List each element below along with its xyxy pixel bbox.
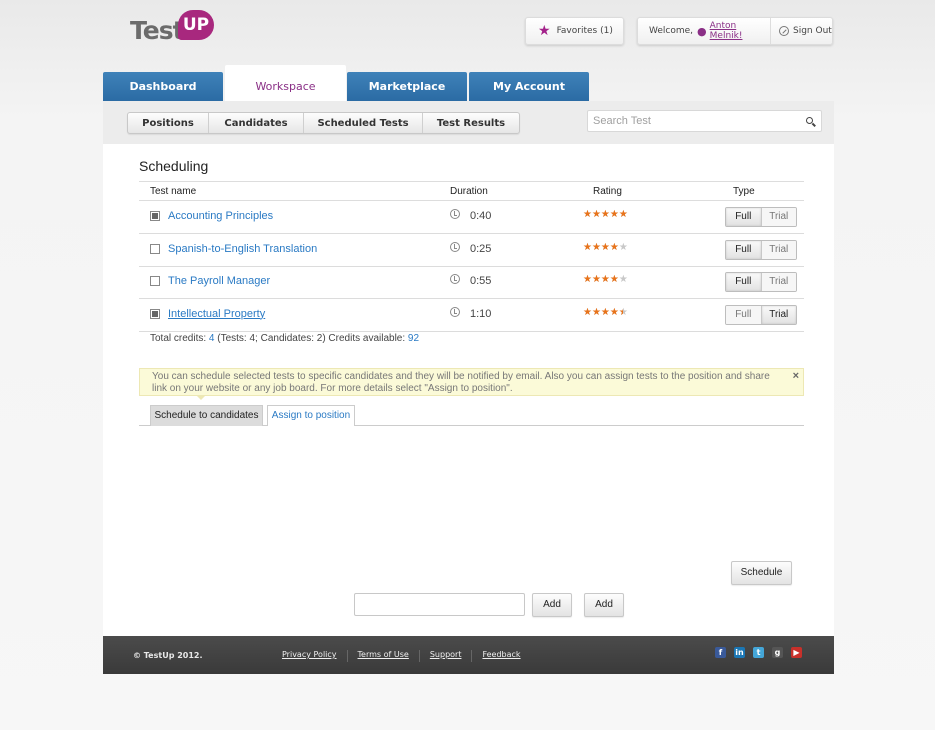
add-button-2[interactable]: Add bbox=[584, 593, 624, 617]
clock-icon bbox=[450, 241, 460, 252]
tab-schedule-to-candidates[interactable]: Schedule to candidates bbox=[150, 405, 263, 426]
duration-value: 0:25 bbox=[470, 242, 492, 255]
signout-icon bbox=[779, 26, 789, 36]
column-header-duration: Duration bbox=[450, 186, 488, 197]
workspace-subnav: Positions Candidates Scheduled Tests Tes… bbox=[127, 112, 520, 134]
tab-dashboard[interactable]: Dashboard bbox=[103, 72, 223, 102]
subnav-test-results[interactable]: Test Results bbox=[423, 113, 519, 133]
subnav-scheduled-tests[interactable]: Scheduled Tests bbox=[304, 113, 423, 133]
type-trial-option[interactable]: Trial bbox=[761, 240, 796, 259]
row-checkbox[interactable] bbox=[150, 308, 160, 319]
youtube-icon[interactable]: ▶ bbox=[791, 647, 802, 658]
row-checkbox[interactable] bbox=[150, 211, 160, 221]
twitter-icon[interactable]: t bbox=[753, 647, 764, 658]
rating-stars-filled: ★★★★★ bbox=[583, 307, 623, 318]
rating-stars: ★★★★★★★★★★ bbox=[583, 210, 628, 220]
schedule-button[interactable]: Schedule bbox=[731, 561, 792, 585]
footer-link-privacy-policy[interactable]: Privacy Policy bbox=[282, 650, 348, 662]
total-credits-value: 4 bbox=[208, 333, 215, 344]
type-toggle: Full Trial bbox=[725, 304, 797, 325]
type-full-option[interactable]: Full bbox=[726, 240, 762, 259]
add-button-1[interactable]: Add bbox=[532, 593, 572, 617]
rating-stars: ★★★★★★★★★★ bbox=[583, 242, 628, 253]
rating-stars-filled: ★★★★★ bbox=[583, 210, 628, 220]
info-notice: You can schedule selected tests to speci… bbox=[139, 368, 804, 396]
column-header-type: Type bbox=[733, 186, 755, 197]
totals-detail: (Tests: 4; Candidates: 2) Credits availa… bbox=[217, 333, 406, 344]
test-name-link[interactable]: The Payroll Manager bbox=[168, 275, 270, 287]
subnav-positions[interactable]: Positions bbox=[128, 113, 209, 133]
clock-icon bbox=[450, 306, 460, 317]
notice-text: You can schedule selected tests to speci… bbox=[152, 371, 770, 394]
linkedin-icon[interactable]: in bbox=[734, 647, 745, 658]
search-box bbox=[587, 110, 822, 132]
table-row: Spanish-to-English Translation 0:25 ★★★★★ ★… bbox=[139, 234, 804, 267]
type-full-option[interactable]: Full bbox=[726, 208, 762, 226]
facebook-icon[interactable]: f bbox=[715, 647, 726, 658]
footer-link-feedback[interactable]: Feedback bbox=[472, 650, 530, 662]
rating-stars: ★★★★★★★★★★ bbox=[583, 275, 628, 285]
tab-workspace[interactable]: Workspace bbox=[225, 65, 346, 102]
duration-value: 1:10 bbox=[470, 307, 492, 320]
totals-prefix: Total credits: bbox=[150, 333, 207, 344]
type-toggle: Full Trial bbox=[725, 239, 797, 260]
testup-logo[interactable]: Test UP bbox=[130, 10, 220, 46]
welcome-area: Welcome, ● Anton Melnik! bbox=[638, 18, 771, 44]
type-full-option[interactable]: Full bbox=[726, 273, 762, 291]
credits-available-value: 92 bbox=[407, 333, 420, 344]
welcome-prefix: Welcome, bbox=[649, 26, 694, 36]
page-title: Scheduling bbox=[139, 158, 209, 174]
test-name-link[interactable]: Accounting Principles bbox=[168, 210, 273, 222]
rating-stars-filled: ★★★★★ bbox=[583, 242, 619, 253]
rating-stars: ★★★★★★★★★★ bbox=[583, 307, 628, 318]
notice-pointer bbox=[196, 395, 206, 400]
tab-marketplace[interactable]: Marketplace bbox=[347, 72, 467, 102]
signout-label: Sign Out bbox=[793, 26, 832, 36]
type-trial-option[interactable]: Trial bbox=[761, 208, 796, 226]
duration-value: 0:55 bbox=[470, 275, 492, 287]
tab-assign-to-position[interactable]: Assign to position bbox=[267, 405, 355, 426]
subnav-candidates[interactable]: Candidates bbox=[209, 113, 304, 133]
close-icon[interactable]: × bbox=[793, 370, 799, 382]
column-header-rating: Rating bbox=[593, 186, 622, 197]
type-toggle: Full Trial bbox=[725, 207, 797, 227]
test-name-link[interactable]: Intellectual Property bbox=[168, 308, 265, 320]
clock-icon bbox=[450, 209, 460, 219]
add-input[interactable] bbox=[354, 593, 525, 616]
credits-summary: Total credits: 4 (Tests: 4; Candidates: … bbox=[150, 333, 419, 344]
type-full-option[interactable]: Full bbox=[726, 305, 762, 324]
footer-link-terms-of-use[interactable]: Terms of Use bbox=[348, 650, 420, 662]
user-name-link[interactable]: Anton Melnik! bbox=[710, 21, 770, 41]
search-input[interactable] bbox=[588, 111, 793, 131]
logo-badge: UP bbox=[178, 10, 214, 40]
test-name-link[interactable]: Spanish-to-English Translation bbox=[168, 243, 317, 255]
footer-links: Privacy Policy Terms of Use Support Feed… bbox=[282, 650, 531, 662]
duration-value: 0:40 bbox=[470, 210, 492, 222]
star-icon: ★ bbox=[538, 23, 551, 39]
row-checkbox[interactable] bbox=[150, 243, 160, 254]
table-row: Accounting Principles 0:40 ★★★★★ ★★★★★ Full T… bbox=[139, 201, 804, 234]
copyright: © TestUp 2012. bbox=[133, 651, 203, 660]
row-checkbox[interactable] bbox=[150, 276, 160, 286]
tab-my-account[interactable]: My Account bbox=[469, 72, 589, 102]
user-box: Welcome, ● Anton Melnik! Sign Out bbox=[637, 17, 833, 45]
signout-button[interactable]: Sign Out bbox=[771, 18, 832, 44]
favorites-label: Favorites (1) bbox=[556, 26, 613, 36]
type-toggle: Full Trial bbox=[725, 272, 797, 292]
google-plus-icon[interactable]: g bbox=[772, 647, 783, 658]
rating-stars-filled: ★★★★★ bbox=[583, 275, 619, 285]
logo-text: Test bbox=[130, 16, 185, 45]
table-row: Intellectual Property 1:10 ★★★★★★★★★★ FullT… bbox=[139, 299, 804, 332]
type-trial-option[interactable]: Trial bbox=[761, 305, 796, 324]
column-header-test-name: Test name bbox=[150, 186, 197, 197]
clock-icon bbox=[450, 274, 460, 284]
user-icon: ● bbox=[697, 24, 707, 38]
table-row: The Payroll Manager 0:55 ★★★★★★★★★★ FullTri… bbox=[139, 266, 804, 299]
favorites-button[interactable]: ★ Favorites (1) bbox=[525, 17, 624, 45]
search-icon[interactable] bbox=[806, 117, 813, 124]
footer-link-support[interactable]: Support bbox=[420, 650, 473, 662]
type-trial-option[interactable]: Trial bbox=[761, 273, 796, 291]
table-header: Test name Duration Rating Type bbox=[139, 181, 804, 201]
